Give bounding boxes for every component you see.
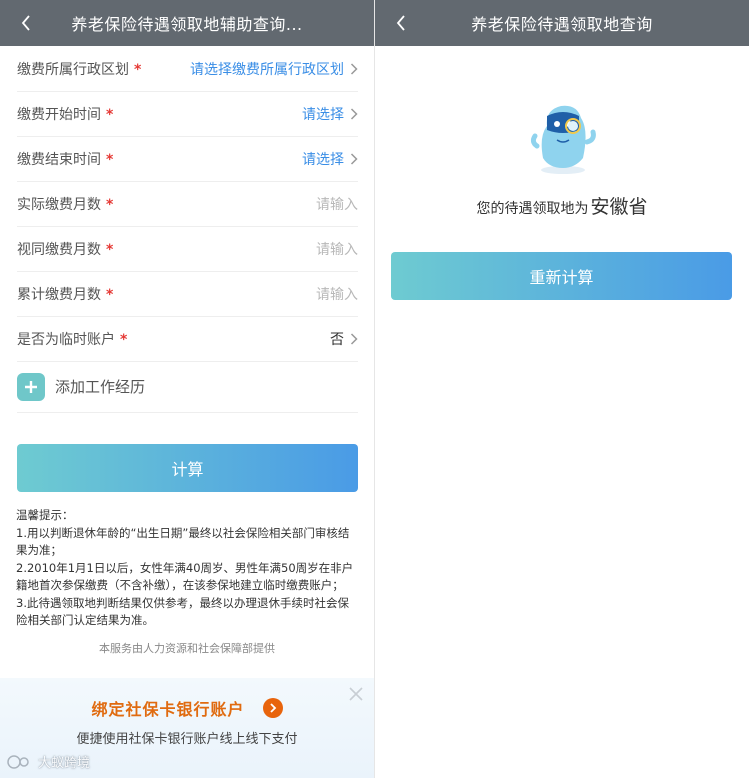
- form-label: 缴费所属行政区划 *: [17, 61, 142, 78]
- result-place: 安徽省: [590, 196, 648, 218]
- navbar: 养老保险待遇领取地查询: [375, 0, 749, 46]
- watermark: 大蚁跨境: [6, 752, 90, 771]
- form-label: 缴费结束时间 *: [17, 151, 114, 168]
- form-value: 否: [330, 329, 358, 349]
- back-button[interactable]: [389, 0, 413, 46]
- service-provider-note: 本服务由人力资源和社会保障部提供: [99, 642, 275, 655]
- chevron-right-icon: [350, 332, 358, 345]
- mascot-icon: [530, 105, 596, 174]
- form-row-start-time[interactable]: 缴费开始时间 * 请选择: [17, 91, 358, 137]
- back-arrow-icon: [396, 15, 405, 31]
- form-row-deemed-months[interactable]: 视同缴费月数 * 请输入: [17, 226, 358, 272]
- form-value: 请选择: [302, 104, 358, 124]
- chevron-right-icon: [350, 62, 358, 75]
- banner-title: 绑定社保卡银行账户: [91, 700, 245, 719]
- tips-heading: 温馨提示：: [16, 508, 74, 522]
- calculate-button[interactable]: 计算: [17, 444, 358, 492]
- back-button[interactable]: [14, 0, 38, 46]
- result-text: 您的待遇领取地为 安徽省: [375, 192, 749, 219]
- form-label: 累计缴费月数 *: [17, 286, 114, 303]
- result-prefix: 您的待遇领取地为: [476, 201, 589, 217]
- navbar: 养老保险待遇领取地辅助查询...: [0, 0, 374, 46]
- tip-item: 1.用以判断退休年龄的“出生日期”最终以社会保险相关部门审核结果为准；: [16, 525, 350, 558]
- form-row-temp-account[interactable]: 是否为临时账户 * 否: [17, 316, 358, 362]
- form-label: 是否为临时账户 *: [17, 331, 128, 348]
- chevron-right-icon: [350, 152, 358, 165]
- form-label: 实际缴费月数 *: [17, 196, 114, 213]
- form-label: 视同缴费月数 *: [17, 241, 114, 258]
- form-label: 缴费开始时间 *: [17, 106, 114, 123]
- page-title: 养老保险待遇领取地查询: [471, 15, 653, 34]
- tip-item: 3.此待遇领取地判断结果仅供参考，最终以办理退休手续时社会保险相关部门认定结果为…: [16, 595, 349, 628]
- form-value: 请选择缴费所属行政区划: [190, 59, 358, 79]
- watermark-logo-icon: [7, 754, 29, 769]
- deemed-months-input[interactable]: 请输入: [316, 239, 358, 259]
- query-result-screen: 养老保险待遇领取地查询 您的待遇领取地为 安徽省 重新计算: [375, 0, 749, 778]
- recalculate-button[interactable]: 重新计算: [391, 252, 732, 300]
- page-title: 养老保险待遇领取地辅助查询...: [71, 15, 303, 34]
- form-value: 请选择: [302, 149, 358, 169]
- form-row-total-months[interactable]: 累计缴费月数 * 请输入: [17, 271, 358, 317]
- form-row-region[interactable]: 缴费所属行政区划 * 请选择缴费所属行政区划: [17, 46, 358, 92]
- banner-title-row: 绑定社保卡银行账户: [0, 696, 374, 720]
- add-work-history-label: 添加工作经历: [55, 378, 146, 396]
- arrow-right-circle-icon[interactable]: [262, 698, 283, 718]
- query-form-screen: 养老保险待遇领取地辅助查询... 缴费所属行政区划 * 请选择缴费所属行政区划 缴…: [0, 0, 374, 778]
- banner-subtitle: 便捷使用社保卡银行账户线上线下支付: [76, 732, 298, 747]
- plus-icon: [17, 372, 45, 401]
- actual-months-input[interactable]: 请输入: [316, 194, 358, 214]
- watermark-text: 大蚁跨境: [38, 756, 91, 771]
- form-row-actual-months[interactable]: 实际缴费月数 * 请输入: [17, 181, 358, 227]
- add-work-history-button[interactable]: 添加工作经历: [17, 361, 358, 413]
- form-row-end-time[interactable]: 缴费结束时间 * 请选择: [17, 136, 358, 182]
- back-arrow-icon: [21, 15, 30, 31]
- tip-item: 2.2010年1月1日以后，女性年满40周岁、男性年满50周岁在非户籍地首次参保…: [16, 560, 354, 593]
- chevron-right-icon: [350, 107, 358, 120]
- total-months-input[interactable]: 请输入: [316, 284, 358, 304]
- tips-section: 温馨提示： 1.用以判断退休年龄的“出生日期”最终以社会保险相关部门审核结果为准…: [16, 507, 358, 630]
